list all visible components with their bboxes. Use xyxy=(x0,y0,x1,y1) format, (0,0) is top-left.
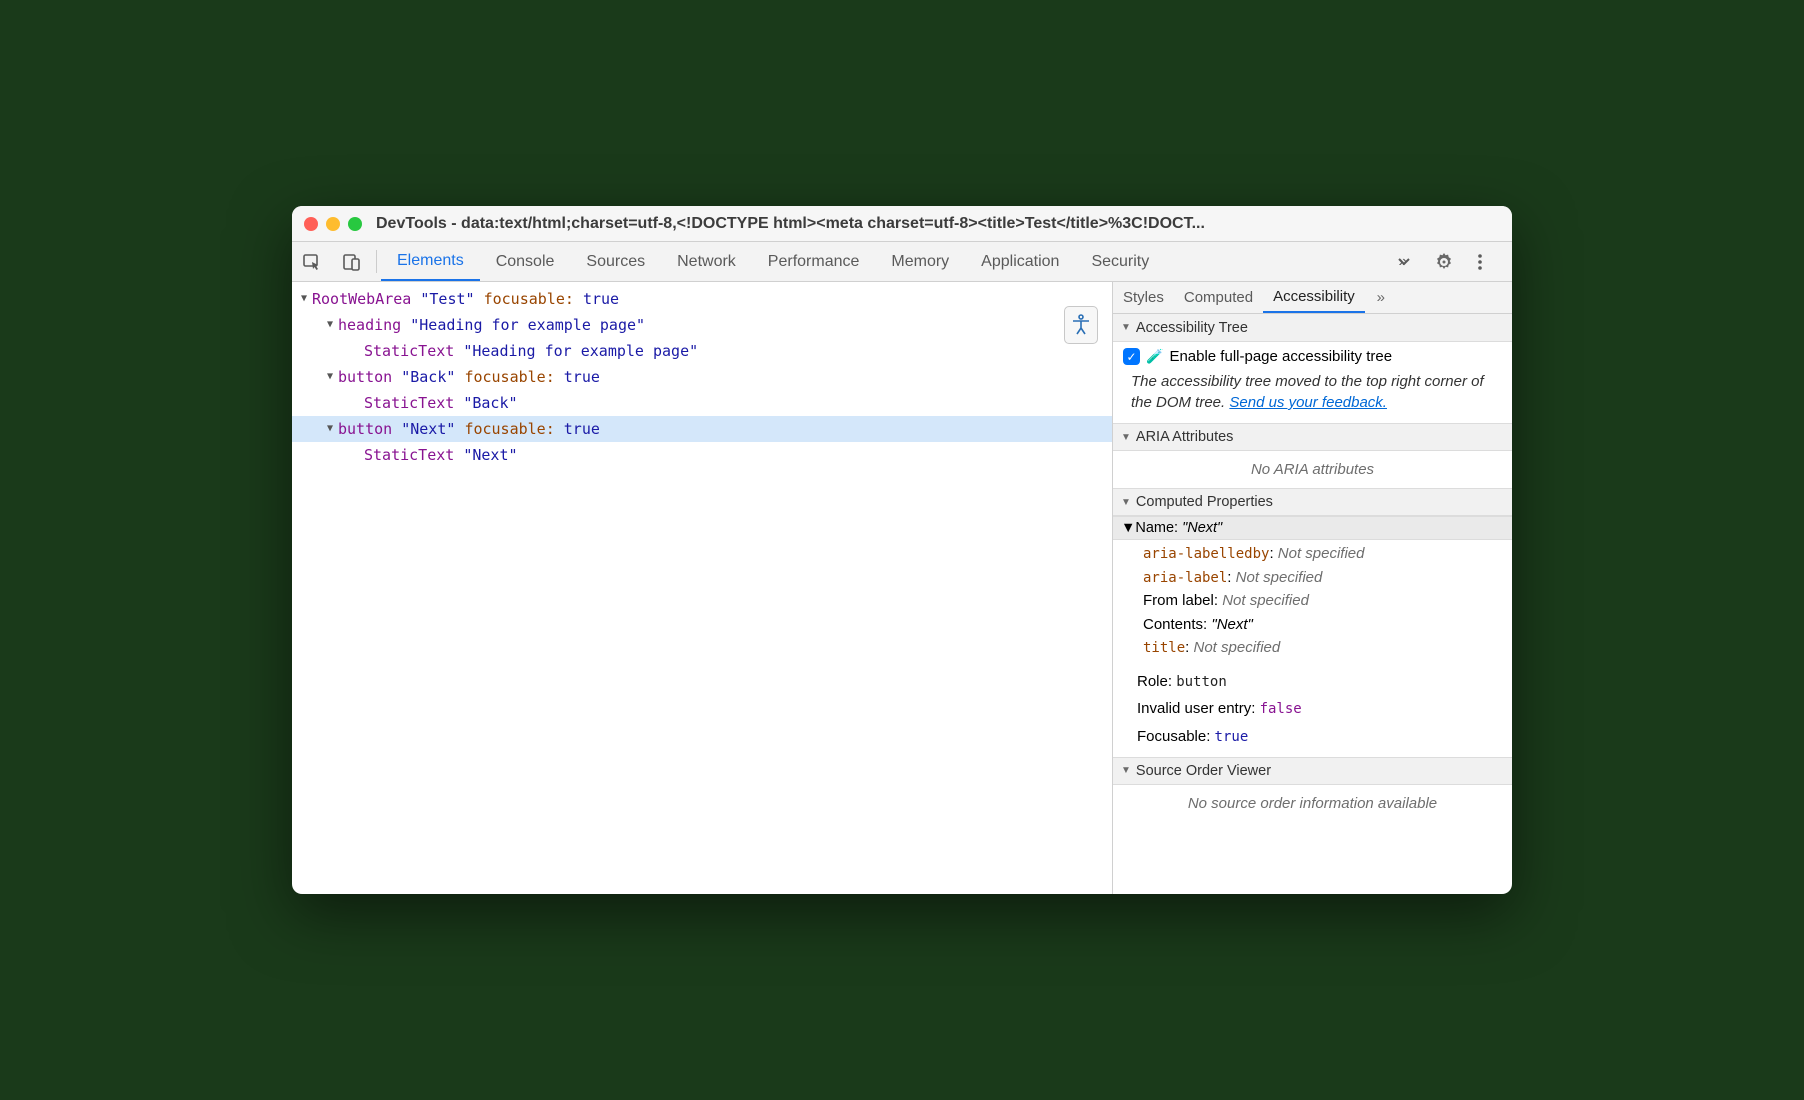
tab-performance[interactable]: Performance xyxy=(752,242,876,281)
section-accessibility-tree[interactable]: ▼ Accessibility Tree xyxy=(1113,314,1512,342)
chevron-down-icon: ▼ xyxy=(1121,765,1131,776)
window-controls xyxy=(304,217,362,231)
sidebar-tab-styles[interactable]: Styles xyxy=(1113,282,1174,313)
cp-attr: From label xyxy=(1143,592,1214,609)
cp-attr: aria-label xyxy=(1143,570,1227,586)
section-aria-attributes[interactable]: ▼ ARIA Attributes xyxy=(1113,423,1512,451)
tree-row[interactable]: StaticText "Next" xyxy=(292,442,1112,468)
kebab-menu-icon[interactable] xyxy=(1464,246,1496,278)
tab-console[interactable]: Console xyxy=(480,242,571,281)
maximize-button[interactable] xyxy=(348,217,362,231)
tree-name: "Next" xyxy=(401,416,455,442)
computed-invalid-row: Invalid user entry: false xyxy=(1113,695,1512,723)
tree-prop: focusable: xyxy=(484,286,574,312)
tree-val: true xyxy=(564,416,600,442)
tab-memory[interactable]: Memory xyxy=(875,242,965,281)
tree-role: RootWebArea xyxy=(312,286,411,312)
enable-full-page-a11y-tree-row[interactable]: ✓ 🧪 Enable full-page accessibility tree xyxy=(1113,342,1512,367)
tree-row[interactable]: ▼button "Back" focusable: true xyxy=(292,364,1112,390)
sidebar-tab-accessibility[interactable]: Accessibility xyxy=(1263,282,1365,313)
window-title: DevTools - data:text/html;charset=utf-8,… xyxy=(376,215,1500,233)
cp-val: "Next" xyxy=(1211,616,1253,633)
computed-name-sources: aria-labelledby: Not specifiedaria-label… xyxy=(1113,540,1512,668)
computed-focusable-row: Focusable: true xyxy=(1113,723,1512,757)
tree-val: true xyxy=(583,286,619,312)
tab-elements[interactable]: Elements xyxy=(381,242,480,281)
tab-network[interactable]: Network xyxy=(661,242,752,281)
cp-attr: aria-labelledby xyxy=(1143,546,1269,562)
section-computed-properties[interactable]: ▼ Computed Properties xyxy=(1113,488,1512,516)
inspect-element-icon[interactable] xyxy=(292,242,332,281)
a11y-tree-note: The accessibility tree moved to the top … xyxy=(1113,367,1512,423)
tree-row[interactable]: ▼button "Next" focusable: true xyxy=(292,416,1112,442)
sidebar: Styles Computed Accessibility » ▼ Access… xyxy=(1112,282,1512,894)
cp-attr: title xyxy=(1143,640,1185,656)
computed-name-row[interactable]: ▼ Name: "Next" xyxy=(1113,516,1512,540)
chevron-down-icon: ▼ xyxy=(1121,497,1131,508)
tree-name: "Next" xyxy=(463,442,517,468)
chevron-down-icon: ▼ xyxy=(324,423,336,435)
settings-icon[interactable] xyxy=(1428,246,1460,278)
cp-val: Not specified xyxy=(1194,639,1281,656)
aria-empty-text: No ARIA attributes xyxy=(1113,451,1512,488)
tree-row[interactable]: ▼RootWebArea "Test" focusable: true xyxy=(292,286,1112,312)
tab-sources[interactable]: Sources xyxy=(570,242,661,281)
tree-prop: focusable: xyxy=(464,416,554,442)
checkbox-label: Enable full-page accessibility tree xyxy=(1169,348,1392,365)
tree-name: "Test" xyxy=(420,286,474,312)
computed-role-row: Role: button xyxy=(1113,668,1512,696)
tab-security[interactable]: Security xyxy=(1075,242,1165,281)
devtools-window: DevTools - data:text/html;charset=utf-8,… xyxy=(292,206,1512,894)
tree-val: true xyxy=(564,364,600,390)
tree-name: "Back" xyxy=(401,364,455,390)
device-toolbar-icon[interactable] xyxy=(332,242,372,281)
tree-role: button xyxy=(338,364,392,390)
content: ▼RootWebArea "Test" focusable: true▼head… xyxy=(292,282,1512,894)
cp-val: Not specified xyxy=(1236,569,1323,586)
close-button[interactable] xyxy=(304,217,318,231)
beaker-icon: 🧪 xyxy=(1146,348,1163,365)
tab-application[interactable]: Application xyxy=(965,242,1075,281)
tree-role: StaticText xyxy=(364,390,454,416)
sidebar-tabbar: Styles Computed Accessibility » xyxy=(1113,282,1512,314)
sidebar-tab-computed[interactable]: Computed xyxy=(1174,282,1263,313)
chevron-down-icon: ▼ xyxy=(298,293,310,305)
computed-name-source-row: aria-labelledby: Not specified xyxy=(1143,542,1512,566)
accessibility-badge-icon[interactable] xyxy=(1064,306,1098,344)
separator xyxy=(376,250,377,273)
tree-name: "Back" xyxy=(463,390,517,416)
minimize-button[interactable] xyxy=(326,217,340,231)
chevron-down-icon: ▼ xyxy=(324,371,336,383)
computed-name-source-row: From label: Not specified xyxy=(1143,589,1512,612)
main-tabbar: Elements Console Sources Network Perform… xyxy=(292,242,1512,282)
sidebar-more-tabs-icon[interactable]: » xyxy=(1365,282,1397,313)
chevron-down-icon: ▼ xyxy=(1121,432,1131,443)
tree-prop: focusable: xyxy=(464,364,554,390)
sov-empty-text: No source order information available xyxy=(1113,785,1512,816)
tree-role: heading xyxy=(338,312,401,338)
more-tabs-icon[interactable]: » xyxy=(1392,246,1424,278)
chevron-down-icon: ▼ xyxy=(1121,520,1135,536)
section-source-order-viewer[interactable]: ▼ Source Order Viewer xyxy=(1113,757,1512,785)
tree-row[interactable]: ▼heading "Heading for example page" xyxy=(292,312,1112,338)
chevron-down-icon: ▼ xyxy=(1121,322,1131,333)
feedback-link[interactable]: Send us your feedback. xyxy=(1229,394,1387,411)
tree-role: StaticText xyxy=(364,338,454,364)
titlebar: DevTools - data:text/html;charset=utf-8,… xyxy=(292,206,1512,242)
tree-row[interactable]: StaticText "Back" xyxy=(292,390,1112,416)
tree-name: "Heading for example page" xyxy=(410,312,645,338)
computed-name-source-row: title: Not specified xyxy=(1143,636,1512,660)
tree-name: "Heading for example page" xyxy=(463,338,698,364)
checkbox-checked-icon[interactable]: ✓ xyxy=(1123,348,1140,365)
cp-attr: Contents xyxy=(1143,616,1203,633)
cp-val: Not specified xyxy=(1222,592,1309,609)
tree-role: StaticText xyxy=(364,442,454,468)
computed-name-source-row: Contents: "Next" xyxy=(1143,613,1512,636)
chevron-down-icon: ▼ xyxy=(324,319,336,331)
accessibility-tree-panel: ▼RootWebArea "Test" focusable: true▼head… xyxy=(292,282,1112,894)
tree-role: button xyxy=(338,416,392,442)
cp-val: Not specified xyxy=(1278,545,1365,562)
tree-row[interactable]: StaticText "Heading for example page" xyxy=(292,338,1112,364)
computed-name-source-row: aria-label: Not specified xyxy=(1143,566,1512,590)
